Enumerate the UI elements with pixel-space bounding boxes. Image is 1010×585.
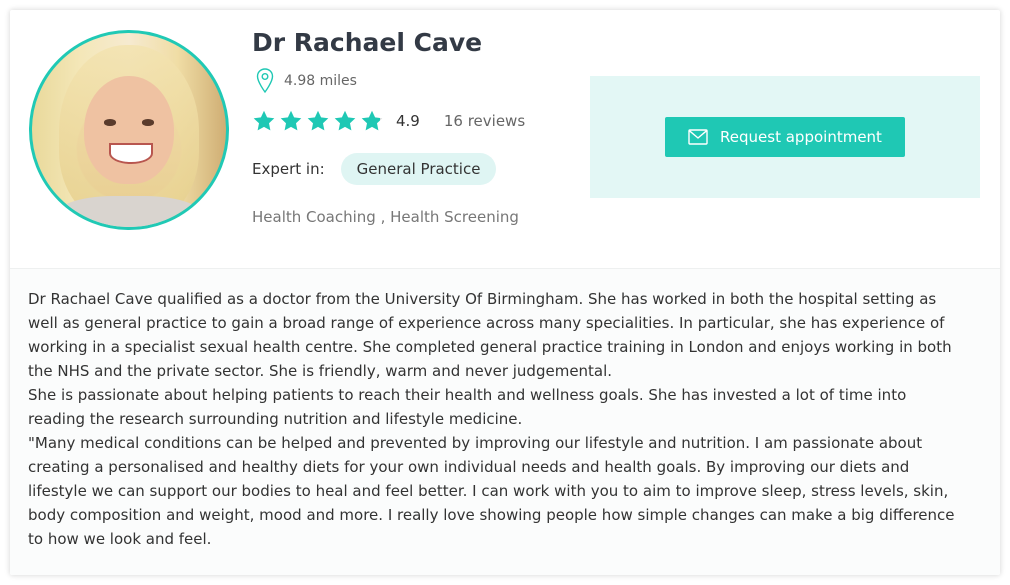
rating: 4.9 16 reviews <box>252 109 525 133</box>
bio-paragraph: "Many medical conditions can be helped a… <box>28 434 955 548</box>
rating-score: 4.9 <box>396 112 420 130</box>
request-appointment-label: Request appointment <box>720 128 882 146</box>
map-pin-icon <box>256 68 274 94</box>
star-icon <box>361 110 383 131</box>
request-appointment-button[interactable]: Request appointment <box>665 117 905 157</box>
reviews-link[interactable]: 16 reviews <box>444 112 525 130</box>
expertise: Expert in: General Practice <box>252 153 497 185</box>
bio-section: Dr Rachael Cave qualified as a doctor fr… <box>10 268 1000 575</box>
bio-paragraph: Dr Rachael Cave qualified as a doctor fr… <box>28 290 952 380</box>
star-icon <box>280 110 302 131</box>
avatar <box>29 30 229 230</box>
doctor-name: Dr Rachael Cave <box>252 28 483 57</box>
doctor-profile-card: Dr Rachael Cave 4.98 miles 4.9 16 review… <box>10 10 1000 575</box>
star-icon <box>307 110 329 131</box>
location: 4.98 miles <box>256 68 357 94</box>
distance: 4.98 miles <box>284 73 357 89</box>
service-tags: Health Coaching , Health Screening <box>252 208 519 226</box>
envelope-icon <box>688 129 708 145</box>
star-rating <box>252 109 384 133</box>
bio-text: Dr Rachael Cave qualified as a doctor fr… <box>28 287 966 551</box>
bio-paragraph: She is passionate about helping patients… <box>28 386 907 428</box>
profile-header: Dr Rachael Cave 4.98 miles 4.9 16 review… <box>10 10 1000 268</box>
specialty-chip: General Practice <box>340 153 497 185</box>
expert-label: Expert in: <box>252 160 325 178</box>
star-icon <box>334 110 356 131</box>
appointment-panel: Request appointment <box>590 76 980 198</box>
star-icon <box>253 110 275 131</box>
